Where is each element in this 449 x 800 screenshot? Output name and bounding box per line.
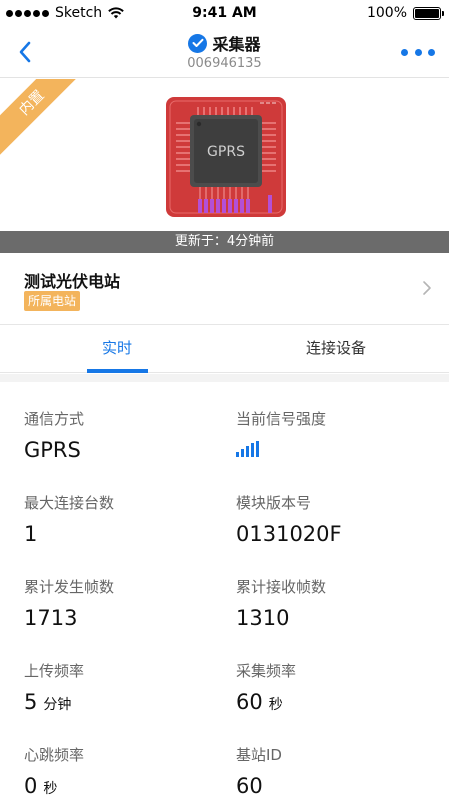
verified-check-icon [188, 33, 208, 53]
field-module-version: 模块版本号 0131020F [236, 492, 436, 547]
tab-active-indicator [87, 369, 148, 373]
tab-bar: 实时 连接设备 [0, 325, 449, 373]
field-value: 1310 [236, 606, 290, 630]
field-value: 0秒 [24, 773, 224, 800]
station-tag: 所属电站 [24, 291, 81, 311]
builtin-ribbon: 内置 [0, 79, 92, 163]
field-label: 当前信号强度 [236, 410, 327, 428]
nav-title-block: 采集器 006946135 [0, 31, 449, 71]
page-title: 采集器 [212, 35, 261, 54]
field-collect-frequency: 采集频率 60 秒 [236, 660, 436, 718]
signal-bar [241, 449, 244, 457]
value-number: 0 [24, 774, 38, 798]
field-label: 累计接收帧数 [236, 578, 327, 596]
more-options-icon[interactable] [401, 42, 435, 62]
field-signal-strength: 当前信号强度 [236, 408, 436, 457]
nav-bar: 采集器 006946135 [0, 28, 449, 78]
field-value: 60 秒 [236, 689, 436, 718]
field-value: 60 [236, 774, 263, 798]
status-bar: Sketch 9:41 AM 100% [0, 0, 449, 28]
field-value: GPRS [24, 438, 81, 462]
battery-group: 100% [366, 5, 444, 21]
tab-realtime[interactable]: 实时 [5, 325, 229, 373]
field-max-devices: 最大连接台数 1 [24, 492, 224, 547]
signal-bar [251, 443, 254, 457]
field-label: 基站ID [236, 746, 282, 764]
battery-percent: 100% [366, 5, 407, 21]
signal-bar [256, 441, 259, 457]
gprs-chip-icon: GPRS [166, 97, 286, 217]
battery-icon [413, 6, 444, 20]
field-label: 上传频率 [24, 662, 85, 680]
field-label: 采集频率 [236, 662, 297, 680]
field-upload-frequency: 上传频率 5 分钟 [24, 660, 224, 718]
value-unit: 秒 [43, 781, 58, 797]
field-sent-frames: 累计发生帧数 1713 [24, 576, 224, 631]
section-divider [0, 374, 449, 382]
field-recv-frames: 累计接收帧数 1310 [236, 576, 436, 631]
field-label: 最大连接台数 [24, 494, 115, 512]
device-hero: 内置 GPRS [0, 79, 449, 231]
field-value: 1 [24, 522, 38, 546]
field-label: 通信方式 [24, 410, 85, 428]
signal-bar [236, 452, 239, 457]
chevron-right-icon [423, 281, 431, 295]
value-number: 60 [236, 690, 263, 714]
field-label: 累计发生帧数 [24, 578, 115, 596]
field-label: 模块版本号 [236, 494, 312, 512]
field-base-station-id: 基站ID 60 [236, 744, 436, 799]
field-label: 心跳频率 [24, 746, 85, 764]
title-row: 采集器 [188, 31, 261, 55]
chip-label: GPRS [207, 144, 245, 160]
field-value: 1713 [24, 606, 78, 630]
station-row[interactable]: 测试光伏电站 所属电站 [0, 253, 449, 325]
tab-connected-devices[interactable]: 连接设备 [224, 325, 448, 373]
station-name: 测试光伏电站 [24, 272, 121, 291]
signal-strength-icon [236, 441, 436, 457]
field-comm-method: 通信方式 GPRS [24, 408, 224, 463]
signal-bar [246, 446, 249, 457]
value-number: 5 [24, 690, 38, 714]
value-unit: 分钟 [43, 697, 72, 713]
device-serial: 006946135 [187, 56, 262, 71]
value-unit: 秒 [268, 697, 283, 713]
last-updated-bar: 更新于：4分钟前 [0, 231, 449, 253]
field-value: 5 分钟 [24, 689, 224, 718]
field-value: 0131020F [236, 522, 342, 546]
field-heartbeat-frequency: 心跳频率 0秒 [24, 744, 224, 800]
